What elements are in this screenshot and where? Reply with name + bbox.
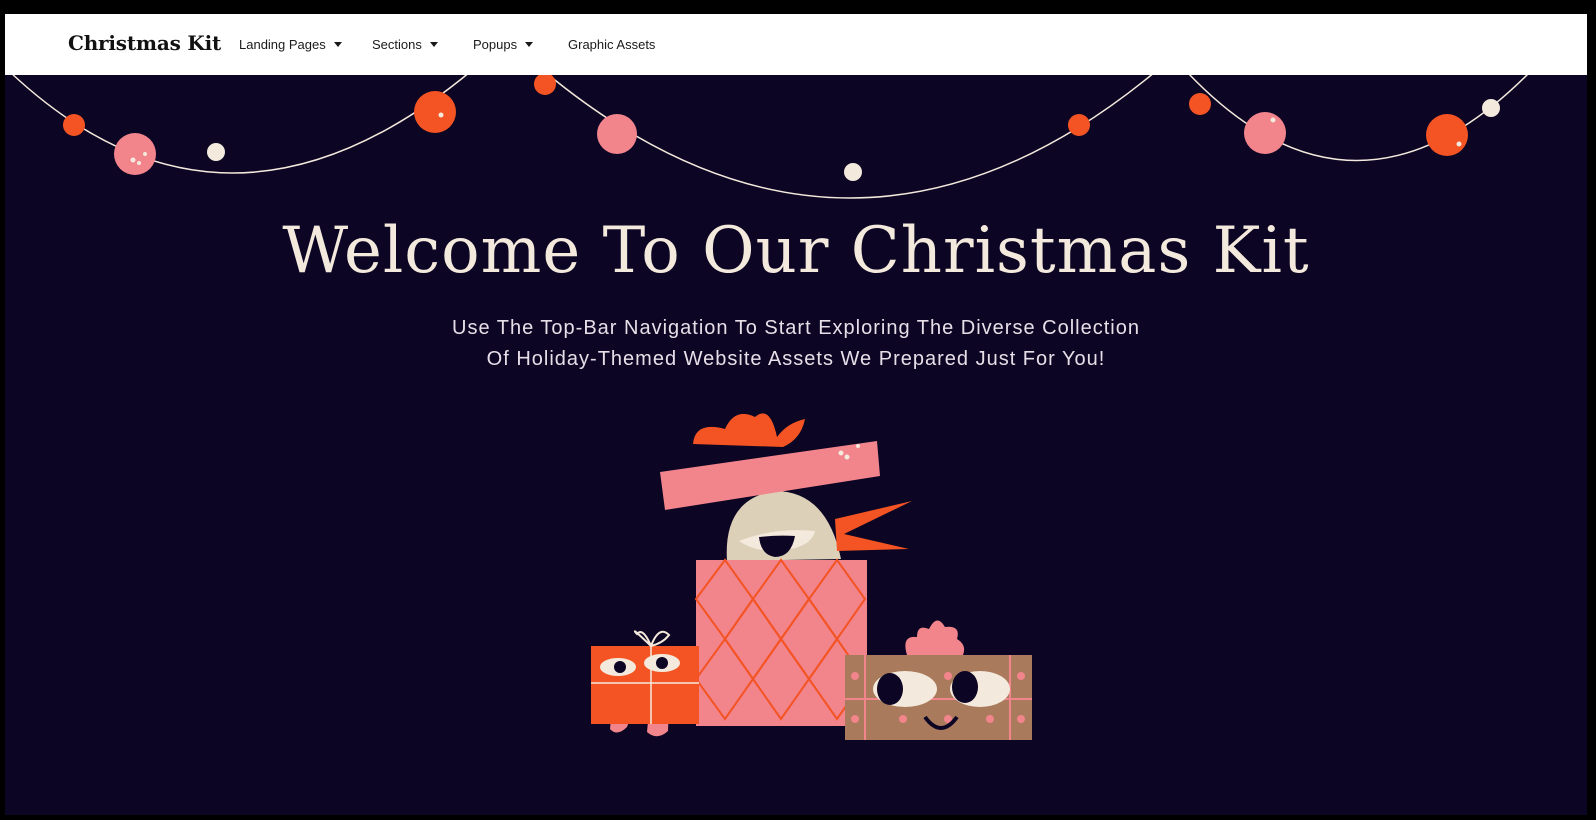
nav-graphic-assets[interactable]: Graphic Assets [568, 37, 655, 52]
caret-down-icon [429, 42, 438, 47]
nav-label: Landing Pages [239, 37, 326, 52]
nav-landing-pages[interactable]: Landing Pages [239, 37, 342, 52]
brand-logo[interactable]: Christmas Kit [68, 31, 221, 55]
hero-title: Welcome To Our Christmas Kit [282, 214, 1310, 288]
nav-popups[interactable]: Popups [473, 37, 534, 52]
gift-box-brown [845, 620, 1032, 740]
top-navigation-bar: Christmas Kit Landing Pages Sections Pop… [5, 14, 1587, 75]
christmas-gift-characters [591, 413, 1032, 740]
hero-subtitle-line-1: Use The Top-Bar Navigation To Start Expl… [452, 317, 1140, 339]
nav-sections[interactable]: Sections [372, 37, 438, 52]
page-frame: Christmas Kit Landing Pages Sections Pop… [5, 14, 1587, 815]
gift-box-orange [591, 630, 699, 737]
bird-creature [726, 491, 912, 561]
nav-label: Popups [473, 37, 518, 52]
nav-label: Sections [372, 37, 422, 52]
caret-down-icon [525, 42, 534, 47]
caret-down-icon [333, 42, 342, 47]
gift-box-pink [694, 558, 867, 726]
nav-label: Graphic Assets [568, 37, 656, 52]
hero-subtitle: Use The Top-Bar Navigation To Start Expl… [396, 313, 1196, 375]
hero-subtitle-line-2: Of Holiday-Themed Website Assets We Prep… [486, 348, 1106, 370]
